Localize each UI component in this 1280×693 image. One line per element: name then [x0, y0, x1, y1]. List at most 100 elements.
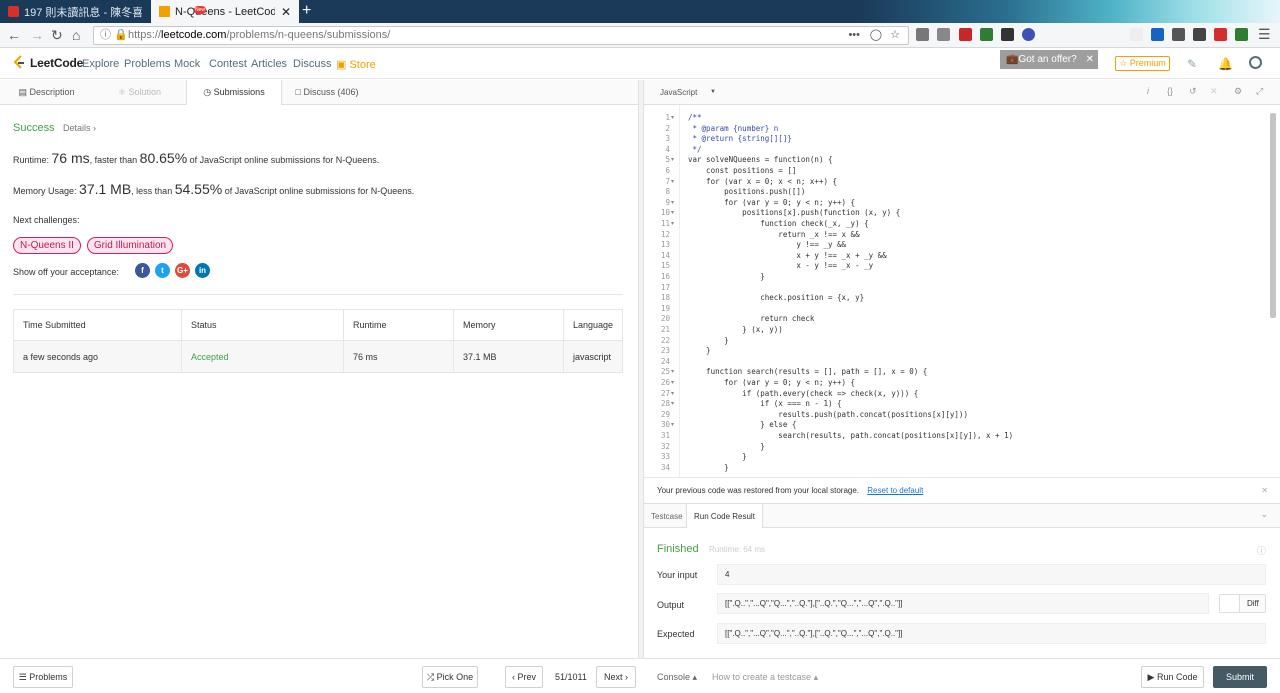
forward-icon[interactable]: →	[30, 27, 44, 43]
nav-problems[interactable]: Problems	[124, 58, 170, 70]
line-number: 1	[665, 113, 670, 122]
got-offer-button[interactable]: 💼Got an offer? ✕	[1000, 50, 1098, 69]
extension-screen-icon[interactable]	[1130, 28, 1143, 41]
twitter-icon[interactable]: t	[155, 263, 170, 278]
fullscreen-icon[interactable]: ⤢	[1256, 86, 1263, 97]
prev-button[interactable]: ‹ Prev	[505, 666, 543, 688]
facebook-icon[interactable]: f	[135, 263, 150, 278]
fold-arrow-icon[interactable]: ▾	[671, 156, 674, 163]
google-plus-icon[interactable]: G+	[175, 263, 190, 278]
pick-one-button[interactable]: ⤮ Pick One	[422, 666, 478, 688]
extension-badge-icon[interactable]	[1001, 28, 1014, 41]
tab-testcase[interactable]: Testcase	[644, 504, 690, 529]
nav-discuss[interactable]: Discuss	[293, 58, 332, 70]
fold-arrow-icon[interactable]: ▾	[671, 199, 674, 206]
fold-arrow-icon[interactable]: ▾	[671, 114, 674, 121]
browser-tab-mail[interactable]: 197 則未讀訊息 - 陳冬喜 (mf	[0, 0, 150, 23]
nav-store[interactable]: ▣ Store	[336, 58, 376, 71]
tab-discuss[interactable]: □ Discuss (406)	[282, 80, 372, 105]
extension-blue-icon[interactable]	[1151, 28, 1164, 41]
close-icon[interactable]: ✕	[1210, 86, 1218, 97]
library-icon[interactable]	[916, 28, 929, 41]
bookmark-star-icon[interactable]: ☆	[890, 27, 900, 44]
reset-icon[interactable]: ↺	[1189, 86, 1197, 97]
runtime-value: 76 ms	[51, 150, 90, 166]
diff-toggle[interactable]: Diff	[1219, 594, 1266, 613]
cell-status-accepted[interactable]: Accepted	[181, 340, 344, 373]
extension-green-icon[interactable]	[1235, 28, 1248, 41]
tab-solution[interactable]: ⚛ Solution	[93, 80, 186, 105]
info-icon[interactable]: ⓘ	[100, 27, 111, 44]
problems-button[interactable]: ☰ Problems	[13, 666, 73, 688]
howto-testcase-link[interactable]: How to create a testcase ▴	[712, 672, 818, 683]
linkedin-icon[interactable]: in	[195, 263, 210, 278]
expected-value: [[".Q..","...Q","Q...","..Q."],["..Q.","…	[725, 629, 903, 638]
leetcode-logo[interactable]: LeetCode	[13, 55, 83, 70]
reset-default-link[interactable]: Reset to default	[867, 486, 923, 495]
home-icon[interactable]: ⌂	[72, 27, 80, 43]
line-number: 9	[665, 197, 670, 207]
close-offer-icon[interactable]: ✕	[1086, 50, 1094, 69]
runtime-mid: , faster than	[89, 155, 140, 165]
details-link[interactable]: Details ›	[63, 123, 96, 133]
table-row[interactable]: a few seconds ago Accepted 76 ms 37.1 MB…	[13, 340, 623, 373]
fold-arrow-icon[interactable]: ▾	[671, 379, 674, 386]
notification-bell-icon[interactable]: 🔔	[1218, 57, 1233, 71]
extension-cursor-icon[interactable]	[1193, 28, 1206, 41]
col-memory: Memory	[453, 309, 564, 341]
close-notice-icon[interactable]: ✕	[1261, 478, 1268, 503]
braces-icon[interactable]: {}	[1167, 86, 1173, 96]
url-bar[interactable]: ⓘ 🔒 https://leetcode.com/problems/n-quee…	[93, 26, 909, 45]
fold-arrow-icon[interactable]: ▾	[671, 209, 674, 216]
playground-icon[interactable]: ✎	[1187, 57, 1197, 71]
sidebar-icon[interactable]	[937, 28, 950, 41]
tab-run-code-result[interactable]: Run Code Result	[686, 504, 763, 529]
nav-mock[interactable]: Mock	[174, 58, 200, 70]
fold-arrow-icon[interactable]: ▾	[671, 220, 674, 227]
extension-globe-icon[interactable]	[1022, 28, 1035, 41]
code-line: */	[688, 144, 702, 154]
fold-arrow-icon[interactable]: ▾	[671, 368, 674, 375]
fold-arrow-icon[interactable]: ▾	[671, 178, 674, 185]
fold-arrow-icon[interactable]: ▾	[671, 390, 674, 397]
language-select[interactable]: JavaScript ▼	[648, 84, 718, 101]
submit-button[interactable]: Submit	[1213, 666, 1267, 688]
nav-contest[interactable]: Contest	[209, 58, 247, 70]
restore-message: Your previous code was restored from you…	[657, 486, 860, 495]
extension-circle-icon[interactable]	[1172, 28, 1185, 41]
ublock-icon[interactable]	[959, 28, 972, 41]
page-actions-icon[interactable]: •••	[848, 27, 860, 44]
browser-tab-leetcode[interactable]: N-Queens - LeetCode ✕	[151, 0, 299, 23]
next-button[interactable]: Next ›	[596, 666, 636, 688]
extension-s-icon[interactable]	[980, 28, 993, 41]
extension-pen-icon[interactable]	[1214, 28, 1227, 41]
nav-articles[interactable]: Articles	[251, 58, 287, 70]
nav-explore[interactable]: Explore	[82, 58, 119, 70]
prev-label: Prev	[517, 672, 537, 682]
back-icon[interactable]: ←	[7, 27, 21, 43]
tab-description[interactable]: ▤ Description	[0, 80, 93, 105]
mail-favicon-icon	[8, 6, 19, 17]
code-editor[interactable]: 1 ▾ 2 3 4 5 ▾ 6 7 ▾ 8 9 ▾ 10 ▾ 11 ▾ 12 13 14 15 16 17 18 19 20 21 2…	[644, 105, 1280, 477]
challenge-n-queens-ii[interactable]: N-Queens II	[13, 237, 81, 254]
collapse-chevron-icon[interactable]: ⌄	[1260, 509, 1268, 520]
challenge-grid-illumination[interactable]: Grid Illumination	[87, 237, 173, 254]
premium-button[interactable]: ☆ Premium	[1115, 56, 1170, 71]
fold-arrow-icon[interactable]: ▾	[671, 400, 674, 407]
menu-hamburger-icon[interactable]: ☰	[1258, 26, 1271, 42]
close-tab-icon[interactable]: ✕	[281, 5, 291, 19]
settings-gear-icon[interactable]: ⚙	[1234, 86, 1242, 97]
fold-arrow-icon[interactable]: ▾	[671, 421, 674, 428]
info-icon[interactable]: i	[1147, 86, 1149, 96]
new-tab-button[interactable]: +	[302, 2, 311, 20]
console-toggle[interactable]: Console ▴	[657, 672, 697, 683]
pocket-icon[interactable]: ◯	[870, 27, 882, 44]
divider-line	[13, 294, 623, 295]
result-status: Success	[13, 122, 55, 134]
editor-scrollbar[interactable]	[1270, 113, 1276, 318]
reload-icon[interactable]: ↻	[51, 27, 63, 43]
run-code-button[interactable]: ▶ Run Code	[1141, 666, 1204, 688]
tab-submissions[interactable]: ◷ Submissions	[186, 80, 282, 106]
help-icon[interactable]: ⓘ	[1257, 544, 1266, 557]
avatar[interactable]	[1249, 56, 1262, 69]
